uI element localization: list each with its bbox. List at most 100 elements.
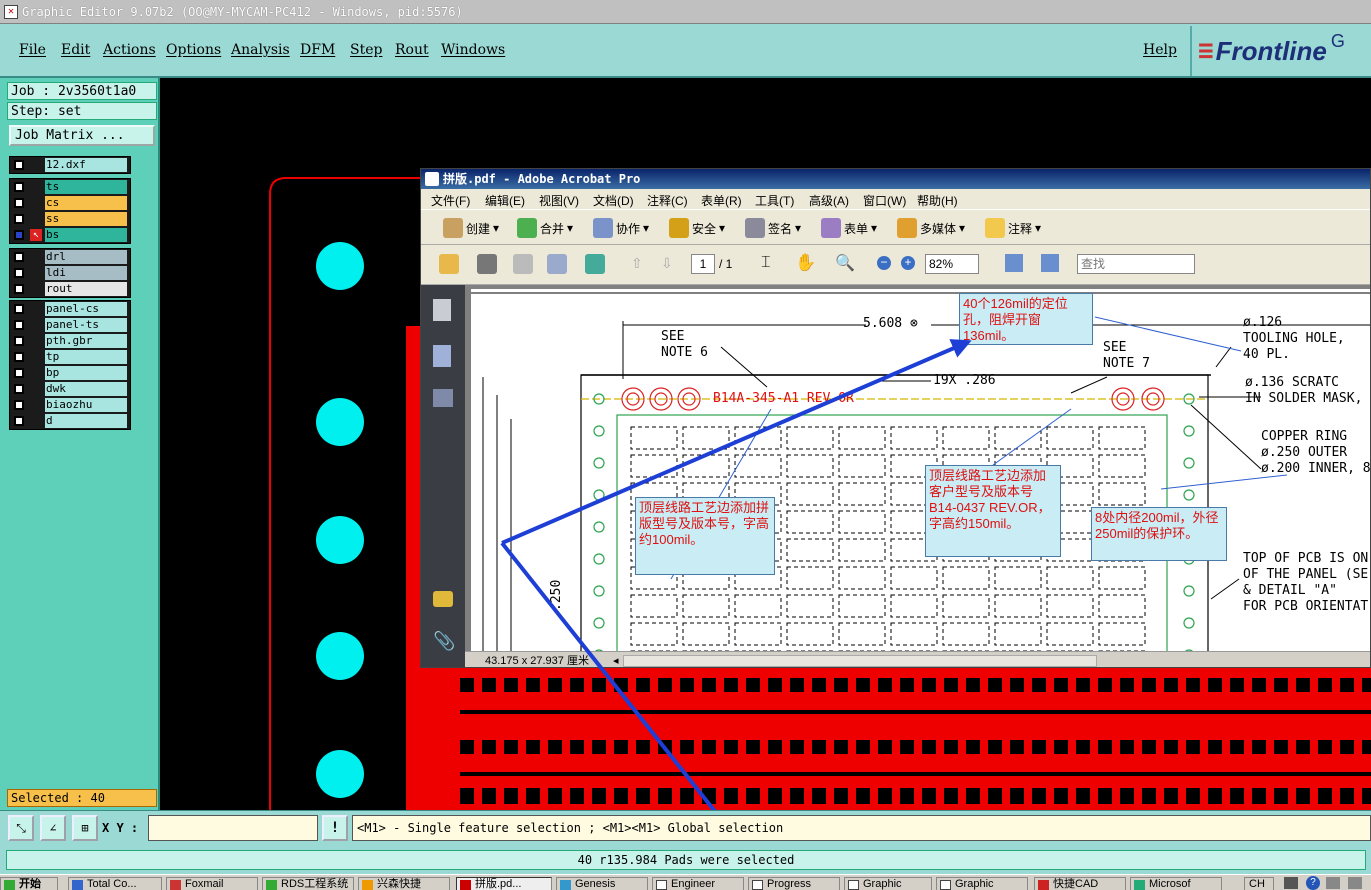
smd-pad[interactable] [812, 678, 826, 692]
smd-pad[interactable] [746, 678, 760, 692]
smd-pad[interactable] [944, 788, 958, 804]
smd-pad[interactable] [790, 740, 804, 754]
attachments-icon[interactable]: 📎 [433, 631, 455, 652]
smd-pad[interactable] [1054, 740, 1068, 754]
smd-pad[interactable] [1032, 678, 1046, 692]
acr-menu-help[interactable]: 帮助(H) [917, 192, 958, 209]
menu-file[interactable]: File [19, 42, 46, 58]
layer-row-drl[interactable]: drl [10, 249, 130, 265]
layer-row-bp[interactable]: bp [10, 365, 130, 381]
smd-pad[interactable] [1164, 740, 1178, 754]
smd-pad[interactable] [482, 788, 496, 804]
smd-pad[interactable] [1142, 678, 1156, 692]
smd-pad[interactable] [1340, 788, 1354, 804]
acr-menu-document[interactable]: 文档(D) [593, 192, 634, 209]
layer-checkbox[interactable] [14, 352, 24, 362]
layer-checkbox[interactable] [14, 198, 24, 208]
smd-pad[interactable] [460, 788, 474, 804]
task-acrobat[interactable]: 拼版.pd... [456, 877, 552, 890]
help-icon[interactable]: ? [1306, 876, 1320, 890]
smd-pad[interactable] [1230, 788, 1244, 804]
layer-row-dwk[interactable]: dwk [10, 381, 130, 397]
collaborate-button[interactable]: 协作 ▾ [593, 218, 649, 238]
smd-pad[interactable] [1186, 678, 1200, 692]
smd-pad[interactable] [702, 740, 716, 754]
smd-pad[interactable] [1340, 678, 1354, 692]
smd-pad[interactable] [460, 678, 474, 692]
smd-pad[interactable] [482, 678, 496, 692]
smd-pad[interactable] [812, 740, 826, 754]
smd-pad[interactable] [1076, 740, 1090, 754]
smd-pad[interactable] [504, 788, 518, 804]
forms-button[interactable]: 表单 ▾ [821, 218, 877, 238]
smd-pad[interactable] [1252, 788, 1266, 804]
smd-pad[interactable] [1054, 788, 1068, 804]
task-genesis[interactable]: Genesis [556, 877, 648, 890]
menu-step[interactable]: Step [350, 42, 382, 58]
tooling-pad[interactable] [316, 242, 364, 290]
smd-pad[interactable] [1098, 678, 1112, 692]
smd-pad[interactable] [460, 740, 474, 754]
annotation-panel-version[interactable]: 顶层线路工艺边添加拼版型号及版本号，字高约100mil。 [635, 497, 775, 575]
layer-row-rout[interactable]: rout [10, 281, 130, 297]
acr-menu-view[interactable]: 视图(V) [539, 192, 579, 209]
smd-pad[interactable] [724, 678, 738, 692]
layer-row-12.dxf[interactable]: 12.dxf [10, 157, 130, 173]
upload-icon[interactable] [585, 254, 605, 274]
ime-indicator[interactable]: CH [1244, 877, 1274, 890]
create-button[interactable]: 创建 ▾ [443, 218, 499, 238]
task-kuaijie-cad[interactable]: 快捷CAD [1034, 877, 1126, 890]
layer-row-pth.gbr[interactable]: pth.gbr [10, 333, 130, 349]
task-xingsen[interactable]: 兴森快捷 [358, 877, 450, 890]
layer-checkbox[interactable] [14, 214, 24, 224]
task-foxmail[interactable]: Foxmail [166, 877, 258, 890]
smd-pad[interactable] [1274, 678, 1288, 692]
next-page-icon[interactable]: ⇩ [661, 255, 673, 272]
smd-pad[interactable] [1362, 740, 1371, 754]
menu-analysis[interactable]: Analysis [231, 42, 290, 58]
smd-pad[interactable] [1208, 678, 1222, 692]
pages-icon[interactable] [433, 299, 451, 321]
smd-pad[interactable] [1340, 740, 1354, 754]
comments-icon[interactable] [433, 591, 453, 607]
acr-menu-advanced[interactable]: 高级(A) [809, 192, 849, 209]
smd-pad[interactable] [614, 678, 628, 692]
smd-pad[interactable] [614, 788, 628, 804]
smd-pad[interactable] [966, 788, 980, 804]
smd-pad[interactable] [1296, 678, 1310, 692]
smd-pad[interactable] [1186, 788, 1200, 804]
smd-pad[interactable] [812, 788, 826, 804]
smd-pad[interactable] [1208, 788, 1222, 804]
email-icon[interactable] [547, 254, 567, 274]
layer-checkbox[interactable] [14, 182, 24, 192]
bookmarks-icon[interactable] [433, 345, 451, 367]
hand-tool-icon[interactable]: ✋ [795, 253, 816, 273]
smd-pad[interactable] [900, 788, 914, 804]
secure-button[interactable]: 安全 ▾ [669, 218, 725, 238]
smd-pad[interactable] [1318, 740, 1332, 754]
menu-actions[interactable]: Actions [103, 42, 156, 58]
smd-pad[interactable] [834, 678, 848, 692]
task-total-commander[interactable]: Total Co... [68, 877, 162, 890]
smd-pad[interactable] [570, 788, 584, 804]
smd-pad[interactable] [658, 678, 672, 692]
smd-pad[interactable] [526, 678, 540, 692]
smd-pad[interactable] [1274, 740, 1288, 754]
annotation-tooling-holes[interactable]: 40个126mil的定位孔，阻焊开窗136mil。 [959, 293, 1093, 345]
smd-pad[interactable] [504, 678, 518, 692]
comment-button[interactable]: 注释 ▾ [985, 218, 1041, 238]
smd-pad[interactable] [988, 678, 1002, 692]
task-progress[interactable]: Progress [748, 877, 840, 890]
acr-menu-forms[interactable]: 表单(R) [701, 192, 742, 209]
smd-pad[interactable] [614, 740, 628, 754]
layer-checkbox[interactable] [14, 160, 24, 170]
annotation-copper-ring[interactable]: 8处内径200mil，外径250mil的保护环。 [1091, 507, 1227, 561]
tooling-pad[interactable] [316, 632, 364, 680]
open-icon[interactable] [439, 254, 459, 274]
smd-pad[interactable] [856, 788, 870, 804]
smd-pad[interactable] [570, 740, 584, 754]
layer-row-panel-ts[interactable]: panel-ts [10, 317, 130, 333]
smd-pad[interactable] [856, 678, 870, 692]
task-graphic-1[interactable]: Graphic [844, 877, 932, 890]
smd-pad[interactable] [636, 740, 650, 754]
